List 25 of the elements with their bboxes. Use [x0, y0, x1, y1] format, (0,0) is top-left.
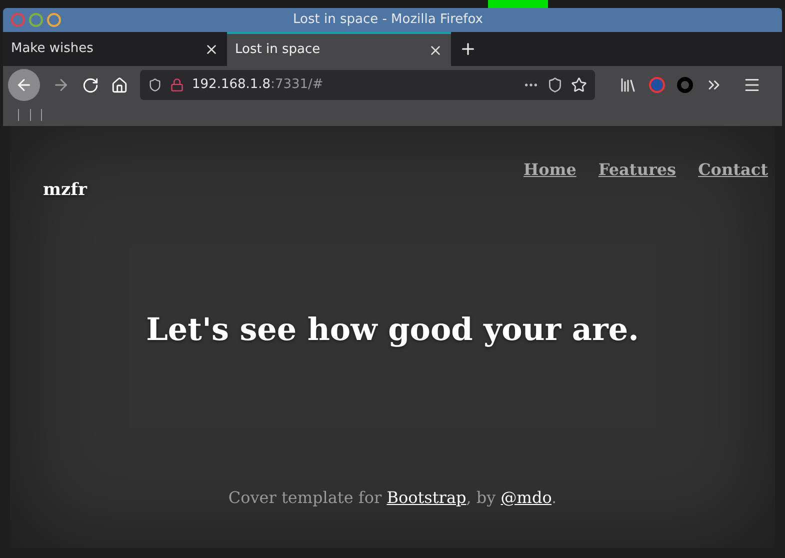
headline: Let's see how good your are. — [146, 310, 639, 350]
footer-link[interactable]: @mdo — [500, 488, 552, 507]
window-title: Lost in space - Mozilla Firefox — [293, 11, 483, 30]
bookmark-separator-icon — [18, 109, 42, 121]
brand-text: mzfr — [43, 179, 87, 202]
menu-icon[interactable] — [743, 76, 761, 94]
tab-label: Lost in space — [235, 41, 322, 60]
footer-link[interactable]: Bootstrap — [386, 488, 466, 507]
forward-icon[interactable] — [52, 76, 70, 94]
nav-link[interactable]: Home — [523, 158, 576, 182]
home-icon[interactable] — [111, 76, 128, 94]
browser-tab[interactable]: Lost in space — [227, 32, 451, 66]
new-tab-icon[interactable] — [459, 40, 477, 58]
address-bar[interactable]: 192.168.1.8:7331/# — [140, 70, 595, 100]
nav-link[interactable]: Features — [598, 158, 676, 182]
star-icon[interactable] — [571, 77, 587, 93]
footer-text: Cover template for Bootstrap, by @mdo. — [227, 487, 558, 509]
back-button[interactable] — [8, 69, 40, 101]
nav-link[interactable]: Contact — [698, 158, 768, 182]
library-icon[interactable] — [619, 76, 637, 94]
shield-icon — [148, 78, 162, 92]
tab-label: Make wishes — [11, 40, 94, 58]
url-text: 192.168.1.8:7331/# — [192, 76, 324, 94]
insecure-lock-icon — [170, 78, 184, 92]
reload-icon[interactable] — [82, 76, 99, 94]
